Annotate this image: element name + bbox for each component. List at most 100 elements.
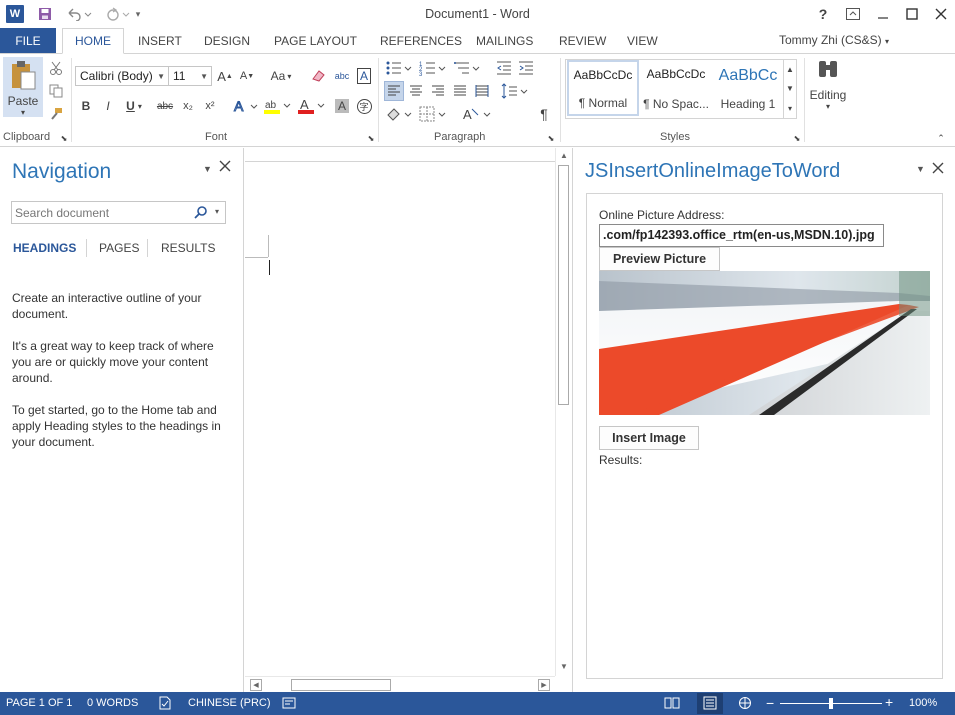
tab-mailings[interactable]: MAILINGS <box>466 28 543 54</box>
justify-icon[interactable] <box>450 81 470 101</box>
tab-review[interactable]: REVIEW <box>549 28 616 54</box>
pane-options-icon[interactable]: ▼ <box>203 164 212 174</box>
close-pane-icon[interactable] <box>932 162 944 177</box>
horizontal-scroll-thumb[interactable] <box>291 679 391 691</box>
picture-address-input[interactable]: .com/fp142393.office_rtm(en-us,MSDN.10).… <box>599 224 884 247</box>
language-status[interactable]: CHINESE (PRC) <box>188 697 271 709</box>
style-heading-1[interactable]: AaBbCc Heading 1 <box>712 60 784 116</box>
scroll-up-icon[interactable]: ▲ <box>560 151 568 160</box>
enclose-characters-icon[interactable]: 字 <box>354 96 374 116</box>
zoom-out-icon[interactable]: − <box>766 695 774 711</box>
read-mode-icon[interactable] <box>664 696 680 713</box>
clear-formatting-icon[interactable] <box>308 66 328 86</box>
distributed-icon[interactable] <box>472 81 492 101</box>
user-account-menu[interactable]: Tommy Zhi (CS&S) ▾ <box>779 33 889 47</box>
italic-button[interactable]: I <box>98 96 118 116</box>
dialog-launcher-icon[interactable]: ⬊ <box>59 133 69 143</box>
tab-page-layout[interactable]: PAGE LAYOUT <box>264 28 367 54</box>
align-left-icon[interactable] <box>384 81 404 101</box>
search-icon[interactable] <box>194 205 208 222</box>
tab-view[interactable]: VIEW <box>617 28 668 54</box>
multilevel-list-icon[interactable] <box>452 58 482 78</box>
superscript-button[interactable]: x² <box>200 96 220 116</box>
close-icon[interactable] <box>928 4 954 24</box>
pane-options-icon[interactable]: ▼ <box>916 164 925 174</box>
character-shading-icon[interactable]: A <box>332 96 352 116</box>
editing-button[interactable]: Editing ▾ <box>807 57 849 123</box>
horizontal-scrollbar[interactable]: ◀ ▶ <box>245 676 555 692</box>
close-pane-icon[interactable] <box>219 160 231 175</box>
copy-icon[interactable] <box>47 82 65 100</box>
zoom-in-icon[interactable]: + <box>885 694 893 710</box>
tab-home[interactable]: HOME <box>62 28 124 54</box>
proofing-icon[interactable] <box>158 696 172 713</box>
increase-indent-icon[interactable] <box>516 58 536 78</box>
document-page[interactable] <box>245 162 555 676</box>
zoom-slider[interactable] <box>780 698 882 709</box>
change-case-button[interactable]: Aa ▾ <box>266 66 296 86</box>
web-layout-icon[interactable] <box>738 696 752 713</box>
grow-font-icon[interactable]: A ▲ <box>216 66 234 86</box>
vertical-scrollbar[interactable]: ▲ ▼ <box>555 148 571 676</box>
numbering-icon[interactable]: 123 <box>418 58 448 78</box>
zoom-slider-thumb[interactable] <box>829 698 833 709</box>
align-right-icon[interactable] <box>428 81 448 101</box>
maximize-icon[interactable] <box>899 4 925 24</box>
print-layout-icon[interactable] <box>697 693 723 714</box>
font-size-combo[interactable]: 11 ▼ <box>168 66 212 86</box>
styles-more-icon[interactable]: ▾ <box>783 98 796 118</box>
character-border-icon[interactable]: A <box>354 66 374 86</box>
search-document-input[interactable]: Search document ▾ <box>11 201 226 224</box>
scroll-down-icon[interactable]: ▼ <box>560 662 568 671</box>
cut-icon[interactable] <box>47 59 65 77</box>
bullets-icon[interactable] <box>384 58 414 78</box>
line-spacing-icon[interactable] <box>500 81 530 101</box>
tab-references[interactable]: REFERENCES <box>370 28 472 54</box>
tab-results[interactable]: RESULTS <box>161 241 215 255</box>
tab-design[interactable]: DESIGN <box>194 28 260 54</box>
shading-icon[interactable] <box>384 104 414 124</box>
tab-file[interactable]: FILE <box>0 28 56 54</box>
text-highlight-color-icon[interactable]: ab <box>262 96 292 116</box>
tab-insert[interactable]: INSERT <box>128 28 192 54</box>
tab-headings[interactable]: HEADINGS <box>13 241 76 255</box>
center-icon[interactable] <box>406 81 426 101</box>
paste-button[interactable]: Paste ▾ <box>3 57 43 117</box>
asian-layout-icon[interactable]: A <box>460 104 494 124</box>
zoom-level[interactable]: 100% <box>909 697 937 709</box>
text-effects-icon[interactable]: A <box>230 96 260 116</box>
borders-icon[interactable] <box>418 104 448 124</box>
help-icon[interactable]: ? <box>810 4 836 24</box>
font-name-combo[interactable]: Calibri (Body) ▼ <box>75 66 169 86</box>
preview-picture-button[interactable]: Preview Picture <box>599 247 720 271</box>
dialog-launcher-icon[interactable]: ⬊ <box>546 133 556 143</box>
style-normal[interactable]: AaBbCcDc ¶ Normal <box>567 60 639 116</box>
collapse-ribbon-icon[interactable]: ⌃ <box>934 132 948 144</box>
chevron-down-icon[interactable]: ▾ <box>215 207 219 216</box>
show-formatting-marks-icon[interactable]: ¶ <box>534 104 554 124</box>
minimize-icon[interactable] <box>870 4 896 24</box>
phonetic-guide-icon[interactable]: abc <box>332 66 352 86</box>
font-color-icon[interactable]: A <box>296 96 326 116</box>
tab-pages[interactable]: PAGES <box>99 241 139 255</box>
scroll-right-icon[interactable]: ▶ <box>538 679 550 691</box>
ribbon-display-icon[interactable] <box>840 4 866 24</box>
insert-image-button[interactable]: Insert Image <box>599 426 699 450</box>
strikethrough-button[interactable]: abc <box>154 96 176 116</box>
format-painter-icon[interactable] <box>47 105 65 123</box>
shrink-font-icon[interactable]: A ▼ <box>238 66 256 86</box>
dialog-launcher-icon[interactable]: ⬊ <box>792 133 802 143</box>
dialog-launcher-icon[interactable]: ⬊ <box>366 133 376 143</box>
page-count-status[interactable]: PAGE 1 OF 1 <box>6 697 72 709</box>
underline-button[interactable]: U ▾ <box>120 96 148 116</box>
styles-scroll-up-icon[interactable]: ▲ <box>783 60 796 79</box>
styles-scroll-down-icon[interactable]: ▼ <box>783 79 796 98</box>
macro-recording-icon[interactable] <box>282 696 296 713</box>
scroll-left-icon[interactable]: ◀ <box>250 679 262 691</box>
word-count-status[interactable]: 0 WORDS <box>87 697 138 709</box>
subscript-button[interactable]: x₂ <box>178 96 198 116</box>
bold-button[interactable]: B <box>76 96 96 116</box>
decrease-indent-icon[interactable] <box>494 58 514 78</box>
style-no-spacing[interactable]: AaBbCcDc ¶ No Spac... <box>640 60 712 116</box>
vertical-scroll-thumb[interactable] <box>558 165 569 405</box>
